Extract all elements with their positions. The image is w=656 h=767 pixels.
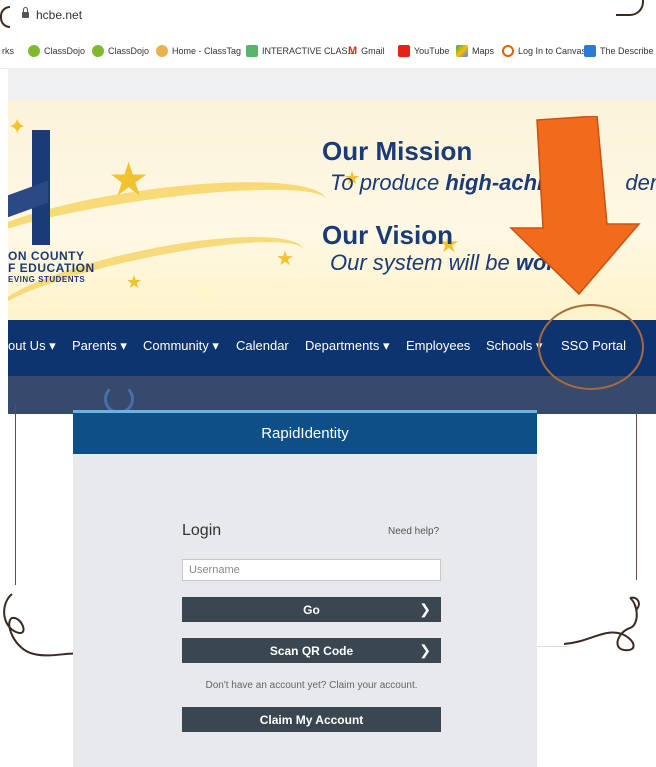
claim-button-label: Claim My Account bbox=[259, 712, 364, 727]
bookmark-item[interactable]: rks bbox=[2, 43, 14, 59]
go-button-label: Go bbox=[303, 602, 320, 617]
nav-item-calendar[interactable]: Calendar bbox=[236, 338, 289, 353]
bookmark-item[interactable]: YouTube bbox=[398, 43, 449, 59]
bookmarks-bar: rks ClassDojo ClassDojo Home - ClassTag … bbox=[0, 34, 656, 69]
decorative-curl-icon bbox=[0, 6, 10, 28]
classdojo-icon bbox=[92, 45, 104, 57]
bookmark-item[interactable]: M Gmail bbox=[348, 43, 385, 59]
bookmark-item[interactable]: The Describe bbox=[584, 43, 654, 59]
bookmark-label: Gmail bbox=[361, 46, 385, 56]
interactive-class-icon bbox=[246, 45, 258, 57]
bookmark-label: The Describe bbox=[600, 46, 654, 56]
bookmark-item[interactable]: INTERACTIVE CLAS... bbox=[246, 43, 355, 59]
url-text[interactable]: hcbe.net bbox=[36, 8, 82, 22]
down-arrow-icon bbox=[509, 116, 641, 296]
decorative-line bbox=[15, 405, 16, 585]
decorative-flourish-icon bbox=[563, 596, 640, 652]
maps-icon bbox=[456, 45, 468, 57]
district-name: ON COUNTY F EDUCATION EVING STUDENTS bbox=[8, 249, 95, 284]
highlight-circle bbox=[538, 304, 644, 390]
bookmark-label: ClassDojo bbox=[108, 46, 150, 56]
describe-icon bbox=[584, 45, 596, 57]
nav-item-departments[interactable]: Departments ▾ bbox=[305, 338, 390, 354]
classdojo-icon bbox=[28, 45, 40, 57]
bookmark-label: YouTube bbox=[414, 46, 450, 56]
star-icon: ★ bbox=[276, 248, 294, 270]
nav-item-schools[interactable]: Schools ▾ bbox=[486, 338, 542, 354]
bookmark-label: ClassDojo bbox=[44, 46, 86, 56]
star-icon: ★ bbox=[126, 272, 143, 292]
address-bar[interactable]: hcbe.net bbox=[0, 0, 656, 34]
nav-item-employees[interactable]: Employees bbox=[406, 338, 470, 353]
classtag-icon bbox=[156, 45, 168, 57]
youtube-icon bbox=[398, 45, 410, 57]
nav-item-about-us[interactable]: out Us ▾ bbox=[8, 338, 56, 354]
bookmark-item[interactable]: Home - ClassTag bbox=[156, 43, 241, 59]
bookmark-item[interactable]: Log In to Canvas bbox=[502, 43, 586, 59]
bookmark-item[interactable]: Maps bbox=[456, 43, 494, 59]
decorative-flourish-icon bbox=[3, 593, 77, 657]
bookmark-label: Home - ClassTag bbox=[172, 46, 242, 56]
chevron-right-icon: ❯ bbox=[419, 601, 431, 617]
star-icon: ✦ bbox=[8, 114, 27, 139]
login-panel-header: RapidIdentity bbox=[73, 410, 537, 454]
login-title: Login bbox=[182, 522, 222, 539]
school-logo bbox=[8, 130, 58, 250]
site-top-bar bbox=[8, 68, 656, 100]
scan-qr-code-button[interactable]: Scan QR Code ❯ bbox=[182, 638, 441, 663]
mission-title: Our Mission bbox=[322, 136, 473, 166]
vision-title: Our Vision bbox=[322, 220, 453, 250]
canvas-icon bbox=[502, 45, 514, 57]
go-button[interactable]: Go ❯ bbox=[182, 597, 441, 622]
decorative-line bbox=[636, 412, 637, 580]
lock-icon bbox=[22, 7, 29, 18]
username-input[interactable] bbox=[182, 559, 441, 581]
bookmark-label: Maps bbox=[472, 46, 495, 56]
gmail-icon: M bbox=[348, 45, 358, 57]
nav-item-parents[interactable]: Parents ▾ bbox=[72, 338, 127, 354]
bookmark-label: INTERACTIVE CLAS... bbox=[262, 46, 356, 56]
bookmark-label: Log In to Canvas bbox=[518, 46, 587, 56]
star-icon: ★ bbox=[194, 275, 218, 305]
need-help-link[interactable]: Need help? bbox=[388, 526, 439, 537]
claim-account-text: Don't have an account yet? Claim your ac… bbox=[205, 680, 418, 691]
decorative-line bbox=[535, 646, 569, 647]
chevron-right-icon: ❯ bbox=[419, 642, 431, 658]
scan-qr-label: Scan QR Code bbox=[269, 643, 354, 658]
nav-item-community[interactable]: Community ▾ bbox=[143, 338, 219, 354]
bookmark-item[interactable]: ClassDojo bbox=[92, 43, 149, 59]
bookmark-label: rks bbox=[2, 46, 14, 56]
star-icon: ★ bbox=[108, 153, 150, 205]
decorative-curl-icon bbox=[616, 0, 644, 16]
claim-my-account-button[interactable]: Claim My Account bbox=[182, 707, 441, 732]
bookmark-item[interactable]: ClassDojo bbox=[28, 43, 85, 59]
